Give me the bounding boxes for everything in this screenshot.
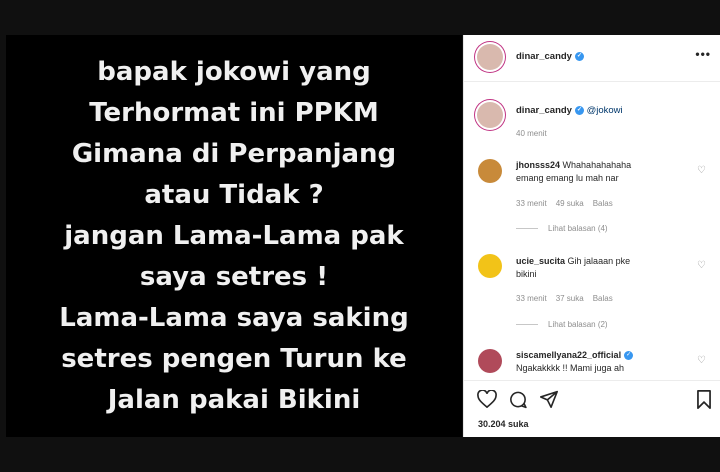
author-username-row[interactable]: dinar_candy ✓: [516, 51, 584, 62]
more-options-icon[interactable]: •••: [695, 47, 711, 61]
comment-username[interactable]: jhonsss24: [516, 160, 560, 170]
verified-badge-icon: ✓: [574, 51, 584, 61]
comment-username[interactable]: ucie_sucita: [516, 256, 565, 266]
post-text-line: Lama-Lama saya saking: [59, 302, 409, 333]
post-text-line: setres pengen Turun ke: [61, 343, 407, 374]
view-replies[interactable]: Lihat balasan (2): [516, 320, 608, 329]
commenter-avatar[interactable]: [478, 159, 502, 183]
comment-text-line2: bikini: [516, 269, 537, 279]
reply-button[interactable]: Balas: [593, 294, 613, 303]
author-username[interactable]: dinar_candy: [516, 51, 572, 62]
post-text-line: Gimana di Perpanjang: [71, 138, 397, 169]
divider: [516, 228, 538, 230]
comment-text-line2: Ngakakkkk !! Mami juga ah: [516, 363, 625, 373]
view-replies-label[interactable]: Lihat balasan (2): [548, 320, 608, 329]
verified-badge-icon: ✓: [574, 105, 584, 115]
like-comment-heart-icon[interactable]: ♡: [697, 165, 706, 176]
view-replies[interactable]: Lihat balasan (4): [516, 224, 608, 233]
comment-meta: 33 menit 49 suka Balas: [516, 199, 622, 208]
post-text-line: Terhormat ini PPKM: [89, 97, 379, 128]
like-heart-icon[interactable]: [477, 390, 497, 408]
caption-username[interactable]: dinar_candy: [516, 105, 572, 116]
screenshot-frame: bapak jokowi yang Terhormat ini PPKM Gim…: [0, 0, 720, 472]
post-header: dinar_candy ✓ •••: [464, 35, 720, 82]
comment-text: Whahahahahaha: [562, 160, 632, 170]
comment-likes[interactable]: 37 suka: [556, 294, 584, 303]
post-text-line: bapak jokowi yang: [97, 56, 371, 87]
comment-likes[interactable]: 49 suka: [556, 199, 584, 208]
divider: [516, 324, 538, 326]
comment-meta: 33 menit 37 suka Balas: [516, 294, 622, 303]
post-text-line: jangan Lama-Lama pak: [64, 220, 404, 251]
view-replies-label[interactable]: Lihat balasan (4): [548, 224, 608, 233]
post-actions: 30.204 suka: [464, 380, 720, 438]
commenter-avatar[interactable]: [478, 254, 502, 278]
verified-badge-icon: ✓: [624, 351, 634, 361]
author-avatar[interactable]: [477, 44, 503, 70]
like-comment-heart-icon[interactable]: ♡: [697, 260, 706, 271]
post-text-line: Jalan pakai Bikini: [107, 384, 361, 415]
post-image: bapak jokowi yang Terhormat ini PPKM Gim…: [6, 35, 462, 437]
commenter-avatar[interactable]: [478, 349, 502, 373]
post-text-line: atau Tidak ?: [144, 179, 324, 210]
caption-mention[interactable]: @jokowi: [587, 105, 623, 116]
reply-button[interactable]: Balas: [593, 199, 613, 208]
comment-text: Gih jalaaan pke: [567, 256, 631, 266]
like-count[interactable]: 30.204 suka: [478, 419, 529, 429]
comment-text-line2: emang emang lu mah nar: [516, 173, 619, 183]
like-comment-heart-icon[interactable]: ♡: [697, 355, 706, 366]
comment-time: 33 menit: [516, 199, 547, 208]
comment-username[interactable]: siscamellyana22_official: [516, 350, 621, 360]
caption-avatar[interactable]: [477, 102, 503, 128]
comment-bubble-icon[interactable]: [508, 390, 528, 409]
post-side-panel: dinar_candy ✓ ••• dinar_candy ✓ @jokowi 40…: [463, 35, 720, 437]
caption-row: dinar_candy ✓ @jokowi: [516, 105, 623, 116]
comment-body: jhonsss24 Whahahahahaha emang emang lu m…: [516, 159, 691, 185]
comment-body: ucie_sucita Gih jalaaan pke bikini: [516, 255, 691, 281]
save-bookmark-icon[interactable]: [696, 390, 712, 409]
comment-body: siscamellyana22_official ✓ Ngakakkkk !! M…: [516, 349, 691, 375]
post-text-line: saya setres !: [139, 261, 329, 292]
share-send-icon[interactable]: [539, 390, 559, 408]
comment-time: 33 menit: [516, 294, 547, 303]
caption-time: 40 menit: [516, 129, 547, 138]
